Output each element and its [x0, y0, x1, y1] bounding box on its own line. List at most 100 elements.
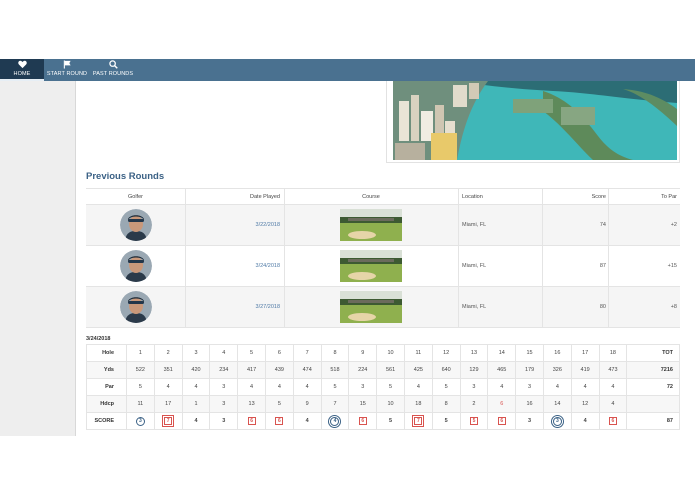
hole-yards: 439	[264, 361, 294, 379]
hole-score-total: 87	[626, 412, 680, 430]
hole-number: 10	[376, 344, 405, 362]
hole-yards: 640	[431, 361, 461, 379]
left-sidebar	[0, 81, 76, 436]
hole-hdcp: 16	[515, 395, 544, 413]
hole-par: 4	[570, 378, 600, 396]
col-course: Course	[362, 193, 380, 200]
row-label-hole: Hole	[86, 344, 127, 362]
score-marker: 3	[552, 416, 562, 426]
hole-score: 6	[598, 412, 628, 430]
hole-yards-total: 7216	[626, 361, 680, 379]
score-marker: 4	[330, 416, 340, 426]
nav-start-round[interactable]: START ROUND	[44, 59, 90, 81]
round-location: Miami, FL	[462, 263, 487, 269]
hole-par: 4	[181, 378, 211, 396]
hole-number: 13	[459, 344, 489, 362]
round-location: Miami, FL	[462, 304, 487, 310]
hole-yards: 351	[153, 361, 183, 379]
hole-hdcp: 4	[598, 395, 628, 413]
score-marker: 7	[412, 415, 425, 427]
hole-par: 4	[264, 378, 294, 396]
hole-yards: 179	[515, 361, 544, 379]
course-thumbnail	[340, 250, 402, 282]
score-marker: 3	[135, 416, 145, 426]
hole-par: 3	[459, 378, 489, 396]
hole-hdcp: 3	[209, 395, 239, 413]
heart-icon	[0, 59, 44, 71]
score-marker: 6	[608, 417, 617, 425]
col-to-par: To Par	[661, 193, 677, 200]
hole-hdcp: 18	[403, 395, 433, 413]
hole-number: 7	[292, 344, 322, 362]
hole-hdcp: 2	[459, 395, 489, 413]
hole-hdcp: 17	[153, 395, 183, 413]
hole-yards: 522	[126, 361, 155, 379]
hero-card	[386, 81, 680, 163]
hole-yards: 419	[570, 361, 600, 379]
hole-yards: 473	[598, 361, 628, 379]
col-location: Location	[462, 193, 483, 200]
course-thumbnail	[340, 209, 402, 241]
flag-icon	[44, 59, 90, 71]
hole-number: 8	[320, 344, 350, 362]
hole-yards: 465	[487, 361, 517, 379]
hole-par: 5	[126, 378, 155, 396]
hole-hdcp: 12	[570, 395, 600, 413]
hole-hdcp-total	[626, 395, 680, 413]
hole-par: 4	[487, 378, 517, 396]
rounds-header-row: Golfer Date Played Course Location Score…	[86, 188, 680, 205]
hole-hdcp: 1	[181, 395, 211, 413]
hole-par: 3	[209, 378, 239, 396]
col-date-played: Date Played	[250, 193, 280, 200]
hole-par: 4	[598, 378, 628, 396]
nav-past-rounds[interactable]: PAST ROUNDS	[90, 59, 136, 81]
hole-par: 3	[348, 378, 378, 396]
search-icon	[90, 59, 136, 71]
round-date-link[interactable]: 3/24/2018	[185, 246, 284, 286]
col-score: Score	[591, 193, 606, 200]
hole-score: 6	[264, 412, 294, 430]
round-date-link[interactable]: 3/27/2018	[185, 287, 284, 327]
app-frame: HOME START ROUND PAST ROUNDS Previous Ro…	[0, 59, 695, 436]
hole-score: 3	[126, 412, 155, 430]
hole-score: 3	[542, 412, 572, 430]
table-row[interactable]: 3/24/2018 Miami, FL 87 +15	[86, 246, 680, 287]
hole-score: 3	[515, 412, 544, 430]
hole-number: 3	[181, 344, 211, 362]
hole-par: 4	[237, 378, 266, 396]
hole-number: 12	[431, 344, 461, 362]
hole-number: 17	[570, 344, 600, 362]
hole-yards: 234	[209, 361, 239, 379]
hole-score: 4	[320, 412, 350, 430]
hole-score: 4	[570, 412, 600, 430]
scorecard-par-row: Par 5 4 4 3 4 4 4 5 3 5 4 5 3 4 3 4 4 4 72	[86, 378, 680, 396]
round-date-link[interactable]: 3/22/2018	[185, 205, 284, 245]
score-marker: 5	[469, 417, 478, 425]
round-to-par: +2	[670, 222, 677, 228]
hole-yards: 417	[237, 361, 266, 379]
nav-home-label: HOME	[13, 71, 31, 77]
nav-past-rounds-label: PAST ROUNDS	[92, 71, 134, 77]
row-label-hdcp: Hdcp	[86, 395, 127, 413]
col-golfer: Golfer	[128, 193, 143, 200]
top-navbar: HOME START ROUND PAST ROUNDS	[0, 59, 695, 81]
table-row[interactable]: 3/27/2018 Miami, FL 80 +8	[86, 287, 680, 328]
nav-home[interactable]: HOME	[0, 59, 44, 81]
previous-rounds-table: Golfer Date Played Course Location Score…	[86, 188, 680, 328]
hole-score: 7	[403, 412, 433, 430]
round-location: Miami, FL	[462, 222, 487, 228]
hole-number: 18	[598, 344, 628, 362]
table-row[interactable]: 3/22/2018 Miami, FL 74 +2	[86, 205, 680, 246]
hole-par: 4	[153, 378, 183, 396]
hole-hdcp: 13	[237, 395, 266, 413]
hole-hdcp: 10	[376, 395, 405, 413]
hole-hdcp: 7	[320, 395, 350, 413]
hole-number: 14	[487, 344, 517, 362]
hole-yards: 224	[348, 361, 378, 379]
scorecard-yards-row: Yds 522 351 420 234 417 439 474 518 224 561 425 640…	[86, 361, 680, 379]
hole-yards: 420	[181, 361, 211, 379]
score-marker: 6	[358, 417, 367, 425]
hole-number: 15	[515, 344, 544, 362]
hole-score: 5	[431, 412, 461, 430]
hole-number-total: TOT	[626, 344, 680, 362]
